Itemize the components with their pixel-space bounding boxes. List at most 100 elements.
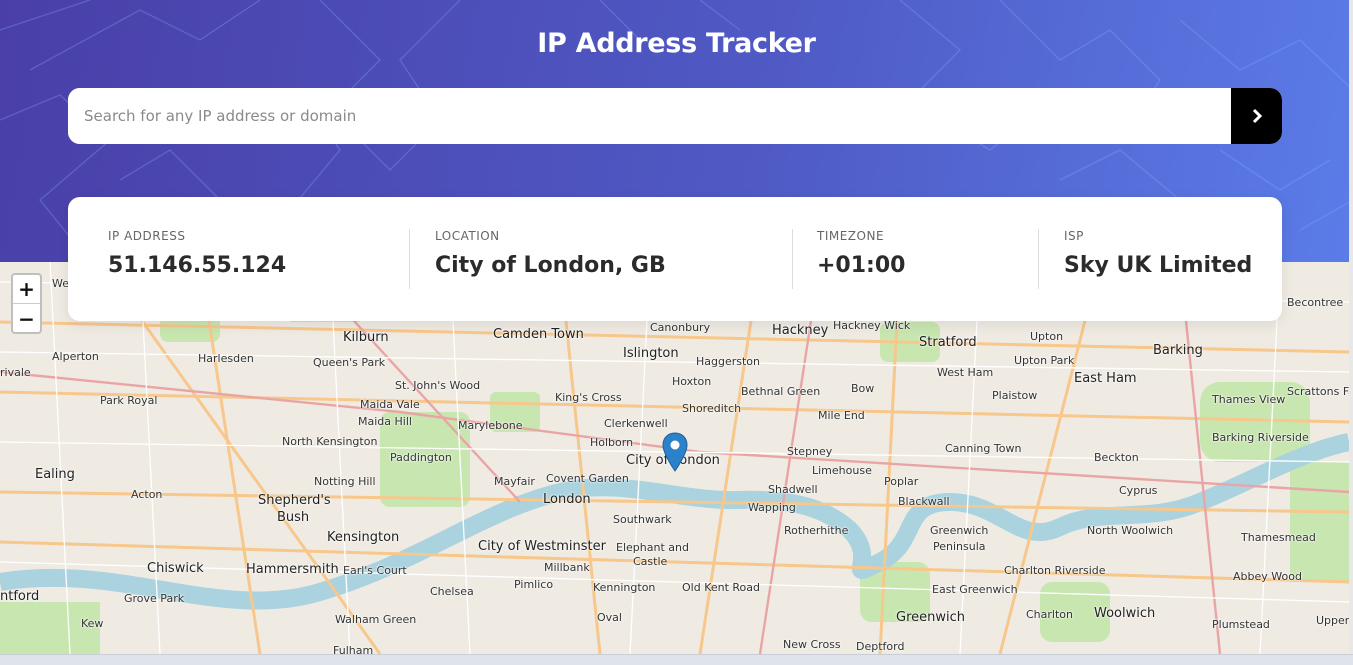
isp-label: ISP bbox=[1064, 229, 1084, 243]
map-label: Marylebone bbox=[458, 419, 523, 432]
map-label: Shadwell bbox=[768, 483, 818, 496]
map-label: City of Westminster bbox=[478, 539, 606, 554]
map-label: Hackney bbox=[772, 323, 829, 338]
map-label: Bow bbox=[851, 382, 875, 395]
map-label: Elephant and bbox=[616, 541, 689, 554]
location-pin-icon[interactable] bbox=[662, 432, 688, 472]
map-label: Covent Garden bbox=[546, 472, 629, 485]
map-label: St. John's Wood bbox=[395, 379, 481, 392]
map-label: Fulham bbox=[333, 644, 374, 654]
map-label: Deptford bbox=[856, 640, 905, 653]
map-label: We bbox=[52, 277, 69, 290]
map-label: North Woolwich bbox=[1087, 524, 1174, 537]
map-label: Queen's Park bbox=[313, 356, 386, 369]
map-label: Paddington bbox=[390, 451, 452, 464]
map-label: Greenwich bbox=[930, 524, 989, 537]
map-label: Barking bbox=[1153, 343, 1203, 358]
zoom-out-button[interactable]: − bbox=[13, 304, 40, 333]
map-label: Chelsea bbox=[430, 585, 474, 598]
chevron-right-icon bbox=[1252, 108, 1262, 124]
map-label: Harlesden bbox=[198, 352, 254, 365]
map-label: Camden Town bbox=[493, 327, 584, 342]
timezone-label: TIMEZONE bbox=[817, 229, 885, 243]
ip-address-section: IP ADDRESS 51.146.55.124 bbox=[108, 229, 286, 278]
map-label: rivale bbox=[0, 366, 31, 379]
map-label: Stepney bbox=[787, 445, 833, 458]
map-label: Walham Green bbox=[335, 613, 417, 626]
map-label: Plaistow bbox=[992, 389, 1038, 402]
map-label: Stratford bbox=[919, 335, 977, 350]
isp-value: Sky UK Limited bbox=[1064, 253, 1253, 278]
location-value: City of London, GB bbox=[435, 253, 666, 278]
map-label: Haggerston bbox=[696, 355, 761, 368]
map-label: London bbox=[543, 492, 591, 507]
map-label: Notting Hill bbox=[314, 475, 376, 488]
map-label: Greenwich bbox=[896, 610, 965, 625]
isp-section: ISP Sky UK Limited bbox=[1064, 229, 1252, 278]
location-label: LOCATION bbox=[435, 229, 500, 243]
map-label: Charlton Riverside bbox=[1004, 564, 1106, 577]
map-label: New Cross bbox=[783, 638, 841, 651]
timezone-section: TIMEZONE +01:00 bbox=[817, 229, 905, 278]
ip-info-card: IP ADDRESS 51.146.55.124 LOCATION City o… bbox=[68, 197, 1282, 321]
map-label: Islington bbox=[623, 346, 679, 361]
map-label: Alperton bbox=[52, 350, 99, 363]
map-label: Upper bbox=[1316, 614, 1349, 627]
map-label: Woolwich bbox=[1094, 606, 1156, 621]
map-label: Earl's Court bbox=[343, 564, 407, 577]
map-label: Wapping bbox=[748, 501, 796, 514]
map-label: Plumstead bbox=[1212, 618, 1270, 631]
map-label: Bush bbox=[277, 510, 310, 525]
map-label: Mayfair bbox=[494, 475, 535, 488]
map-label: Kensington bbox=[327, 530, 400, 545]
map-label: Shepherd's bbox=[258, 493, 331, 508]
map-label: Millbank bbox=[544, 561, 590, 574]
map-label: Old Kent Road bbox=[682, 581, 761, 594]
map-label: Scrattons Fa bbox=[1287, 385, 1349, 398]
map-label: Thamesmead bbox=[1241, 531, 1316, 544]
map-label: Kennington bbox=[593, 581, 656, 594]
map-label: Limehouse bbox=[812, 464, 872, 477]
map-label: Ealing bbox=[35, 467, 75, 482]
divider bbox=[792, 229, 793, 289]
map-label: Abbey Wood bbox=[1233, 570, 1302, 583]
map-label: Southwark bbox=[613, 513, 672, 526]
search-bar bbox=[68, 88, 1282, 144]
map-label: Kilburn bbox=[343, 330, 389, 345]
map-label: Acton bbox=[131, 488, 163, 501]
map-label: Cyprus bbox=[1119, 484, 1158, 497]
map-label: ntford bbox=[0, 589, 40, 604]
map-label: West Ham bbox=[937, 366, 994, 379]
divider bbox=[1038, 229, 1039, 289]
zoom-control: + − bbox=[11, 273, 42, 334]
search-input[interactable] bbox=[68, 88, 1231, 144]
zoom-in-button[interactable]: + bbox=[13, 275, 40, 304]
map-label: Park Royal bbox=[100, 394, 158, 407]
map-label: Rotherhithe bbox=[784, 524, 849, 537]
ip-address-label: IP ADDRESS bbox=[108, 229, 186, 243]
map-label: Shoreditch bbox=[682, 402, 742, 415]
timezone-value: +01:00 bbox=[817, 253, 906, 278]
map-label: Blackwall bbox=[898, 495, 950, 508]
location-section: LOCATION City of London, GB bbox=[435, 229, 666, 278]
map-label: Becontree bbox=[1287, 296, 1344, 309]
ip-address-value: 51.146.55.124 bbox=[108, 253, 287, 278]
map-label: Hammersmith bbox=[246, 562, 339, 577]
map-label: Upton Park bbox=[1014, 354, 1075, 367]
map-label: Upton bbox=[1030, 330, 1064, 343]
search-submit-button[interactable] bbox=[1231, 88, 1282, 144]
map-label: Beckton bbox=[1094, 451, 1139, 464]
map-label: East Ham bbox=[1074, 371, 1137, 386]
map-label: Chiswick bbox=[147, 561, 204, 576]
map-label: Grove Park bbox=[124, 592, 185, 605]
map-label: Poplar bbox=[884, 475, 919, 488]
scrollbar[interactable] bbox=[1349, 0, 1353, 654]
map-label: Hoxton bbox=[672, 375, 712, 388]
map-label: North Kensington bbox=[282, 435, 378, 448]
map-label: Peninsula bbox=[933, 540, 986, 553]
map-label: Bethnal Green bbox=[741, 385, 821, 398]
map-label: Charlton bbox=[1026, 608, 1073, 621]
map-label: Oval bbox=[597, 611, 622, 624]
map-label: Kew bbox=[81, 617, 104, 630]
map-label: Maida Hill bbox=[358, 415, 412, 428]
